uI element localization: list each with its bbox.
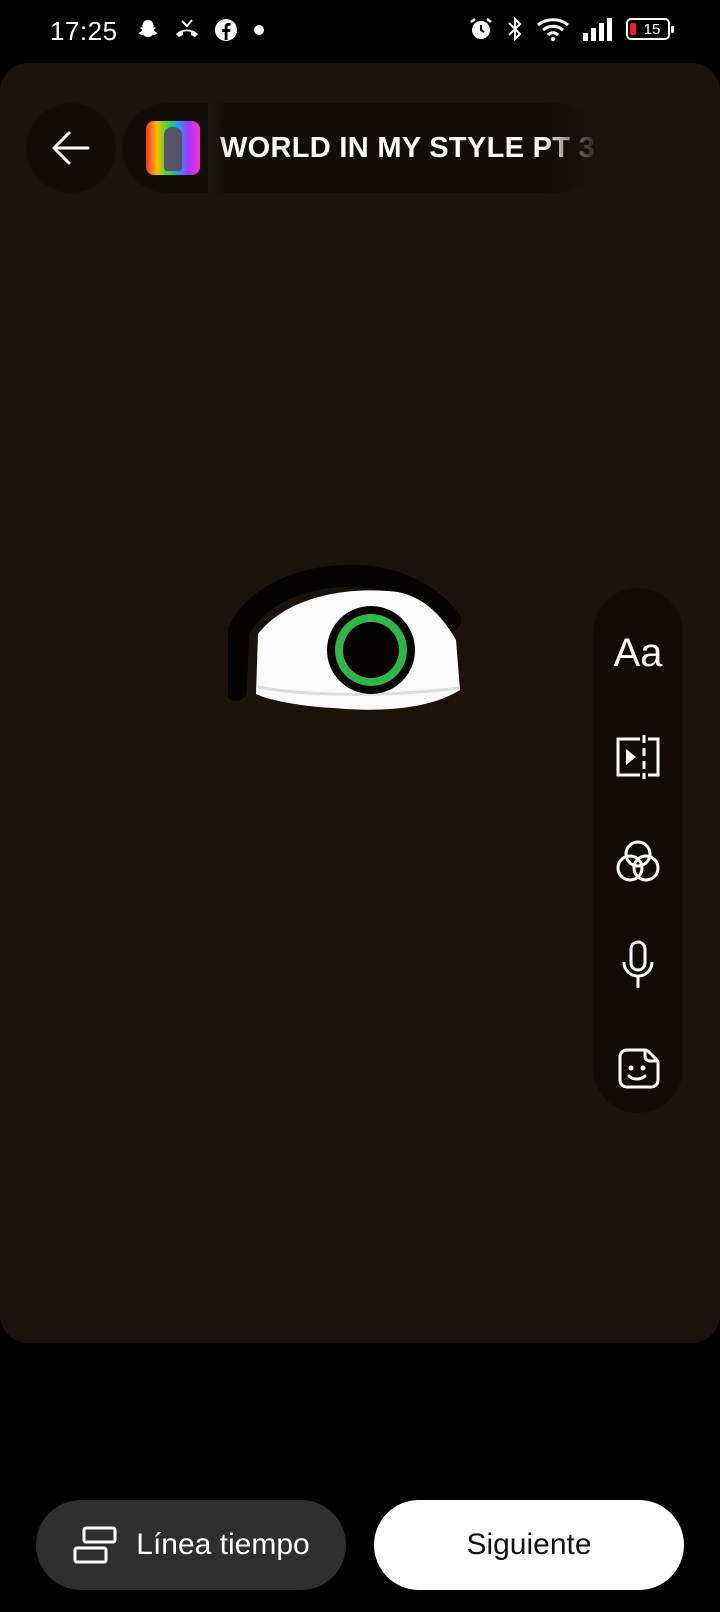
text-tool-label: Aa xyxy=(613,630,663,675)
next-label: Siguiente xyxy=(466,1528,592,1561)
wifi-icon xyxy=(537,18,569,41)
timeline-button[interactable]: Línea tiempo xyxy=(36,1500,346,1590)
sticker-icon xyxy=(618,1048,660,1089)
bluetooth-icon xyxy=(508,16,522,42)
sticker-tool[interactable] xyxy=(593,1024,683,1114)
split-clip-icon xyxy=(616,735,660,779)
signal-icon xyxy=(583,18,612,41)
back-button[interactable] xyxy=(26,103,116,193)
clip-tool[interactable] xyxy=(593,712,683,802)
video-preview[interactable]: WORLD IN MY STYLE PT 3 Aa xyxy=(0,63,720,1343)
alarm-icon xyxy=(470,18,492,39)
missed-call-icon xyxy=(176,19,198,37)
battery-icon: 15 xyxy=(626,18,674,40)
tool-rail: Aa xyxy=(593,588,683,1113)
next-button[interactable]: Siguiente xyxy=(374,1500,684,1590)
voiceover-tool[interactable] xyxy=(593,920,683,1010)
status-bar: 17:25 15 xyxy=(0,0,720,64)
clock: 17:25 xyxy=(50,16,118,46)
microphone-icon xyxy=(622,940,654,988)
timeline-icon xyxy=(73,1526,117,1564)
arrow-left-icon xyxy=(52,131,90,165)
system-icons: 15 xyxy=(468,16,674,42)
snapchat-icon xyxy=(138,20,158,37)
timeline-label: Línea tiempo xyxy=(136,1528,310,1561)
album-cover xyxy=(146,121,200,175)
facebook-icon xyxy=(215,19,237,41)
audio-track-pill[interactable]: WORLD IN MY STYLE PT 3 xyxy=(122,103,600,193)
filter-tool[interactable] xyxy=(593,816,683,906)
text-tool[interactable]: Aa xyxy=(593,608,683,698)
eye-drawing xyxy=(228,564,461,710)
filter-circles-icon xyxy=(616,840,660,882)
audio-title: WORLD IN MY STYLE PT 3 xyxy=(220,132,596,164)
notification-icons xyxy=(136,18,266,42)
dot-icon xyxy=(254,25,264,35)
battery-level: 15 xyxy=(643,20,661,38)
